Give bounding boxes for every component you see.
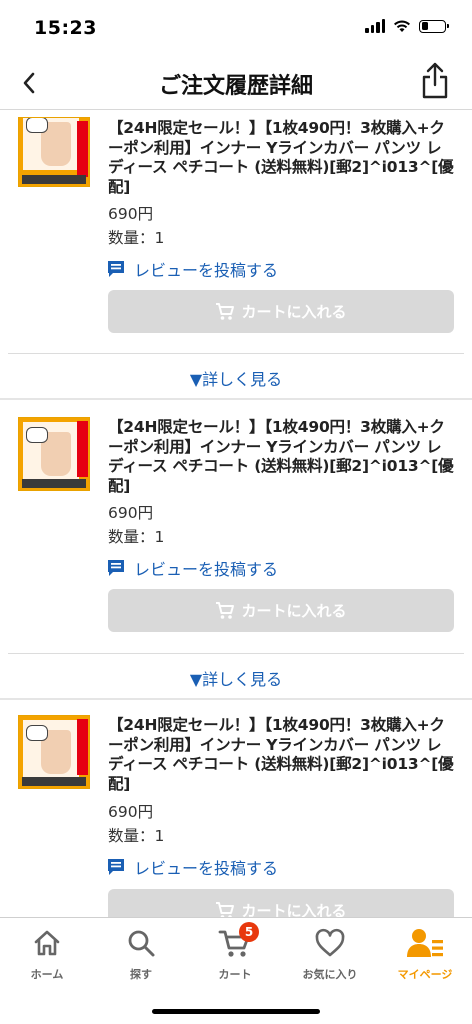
tab-cart[interactable]: 5 カート — [188, 922, 282, 988]
product-quantity: 数量：1 — [108, 528, 165, 546]
mypage-icon — [405, 926, 445, 960]
share-button[interactable] — [418, 60, 452, 102]
divider — [8, 353, 464, 354]
product-price: 690円 — [108, 205, 154, 223]
tab-favorites[interactable]: お気に入り — [283, 926, 377, 988]
tab-label: カート — [218, 968, 252, 981]
cart-icon — [216, 302, 235, 320]
product-thumbnail[interactable] — [18, 417, 90, 491]
section-separator — [0, 698, 472, 700]
add-to-cart-button[interactable]: カートに入れる — [108, 290, 454, 333]
show-more-link[interactable]: ▼詳しく見る — [0, 666, 472, 690]
show-more-link[interactable]: ▼詳しく見る — [0, 366, 472, 390]
tab-home[interactable]: ホーム — [0, 926, 94, 988]
add-to-cart-label: カートに入れる — [241, 303, 347, 321]
write-review-link[interactable]: レビューを投稿する — [106, 556, 278, 580]
tab-label: 探す — [130, 968, 152, 981]
status-time: 15:23 — [34, 17, 97, 39]
tab-label: お気に入り — [302, 968, 358, 981]
add-to-cart-button[interactable]: カートに入れる — [108, 889, 454, 917]
status-icons — [365, 19, 449, 33]
review-icon — [108, 560, 124, 576]
tab-mypage[interactable]: マイページ — [378, 926, 472, 988]
tab-bar: ホーム 探す 5 カート お気に入り マイページ — [0, 917, 472, 1024]
home-icon — [27, 926, 67, 960]
status-bar: 15:23 — [0, 0, 472, 56]
product-quantity: 数量：1 — [108, 827, 165, 845]
write-review-label: レビューを投稿する — [134, 261, 279, 280]
add-to-cart-label: カートに入れる — [241, 602, 347, 620]
nav-bar: ご注文履歴詳細 — [0, 56, 472, 110]
signal-icon — [365, 19, 385, 33]
product-quantity: 数量：1 — [108, 229, 165, 247]
home-indicator — [152, 1009, 320, 1014]
add-to-cart-button[interactable]: カートに入れる — [108, 589, 454, 632]
tab-label: ホーム — [30, 968, 64, 981]
tab-label: マイページ — [397, 968, 453, 981]
add-to-cart-label: カートに入れる — [241, 902, 347, 917]
review-icon — [108, 859, 124, 875]
share-icon — [422, 62, 448, 99]
cart-icon — [216, 901, 235, 917]
write-review-link[interactable]: レビューを投稿する — [106, 855, 278, 879]
cart-count-badge: 5 — [239, 922, 259, 942]
product-title[interactable]: 【24H限定セール！】【1枚490円！3枚購入+クーポン利用】インナー Yライン… — [108, 418, 456, 496]
tab-search[interactable]: 探す — [94, 926, 188, 988]
divider — [8, 653, 464, 654]
product-thumbnail[interactable] — [18, 715, 90, 789]
order-detail-content[interactable]: 【24H限定セール！】【1枚490円！3枚購入+クーポン利用】インナー Yライン… — [0, 111, 472, 917]
heart-icon — [310, 926, 350, 960]
product-thumbnail[interactable] — [18, 117, 90, 187]
cart-icon — [216, 601, 235, 619]
search-icon — [121, 926, 161, 960]
write-review-label: レビューを投稿する — [134, 560, 279, 579]
section-separator — [0, 398, 472, 400]
review-icon — [108, 261, 124, 277]
product-price: 690円 — [108, 803, 154, 821]
write-review-label: レビューを投稿する — [134, 859, 279, 878]
write-review-link[interactable]: レビューを投稿する — [106, 257, 278, 281]
product-price: 690円 — [108, 504, 154, 522]
wifi-icon — [394, 20, 410, 32]
cart-icon: 5 — [215, 922, 259, 960]
page-title: ご注文履歴詳細 — [158, 74, 313, 99]
battery-icon — [419, 19, 449, 33]
product-title[interactable]: 【24H限定セール！】【1枚490円！3枚購入+クーポン利用】インナー Yライン… — [108, 119, 456, 197]
product-title[interactable]: 【24H限定セール！】【1枚490円！3枚購入+クーポン利用】インナー Yライン… — [108, 716, 456, 794]
